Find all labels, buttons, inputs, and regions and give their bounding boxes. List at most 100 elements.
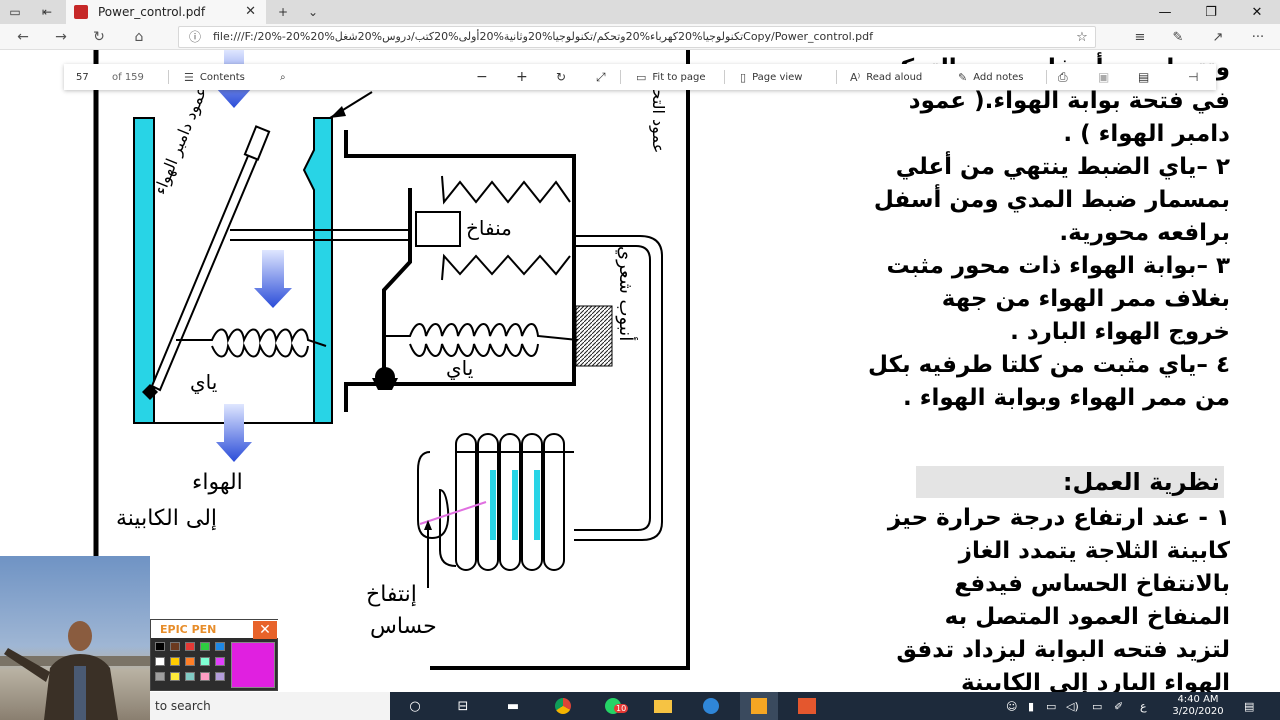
color-swatch[interactable] xyxy=(185,642,195,651)
page-number-input[interactable]: 57 xyxy=(76,64,89,90)
text-line: بغلاف ممر الهواء من جهة xyxy=(941,286,1230,312)
save-as-icon[interactable]: ▤ xyxy=(1138,64,1149,90)
pin-toolbar-icon[interactable]: ⊣ xyxy=(1188,64,1198,90)
text-line: من ممر الهواء وبوابة الهواء . xyxy=(902,385,1230,411)
maximize-icon[interactable]: ❐ xyxy=(1188,0,1234,24)
tab-title: Power_control.pdf xyxy=(98,5,206,19)
color-swatch[interactable] xyxy=(200,657,210,666)
tab-preview-chevron-icon[interactable]: ⌄ xyxy=(298,0,328,24)
epic-pen-titlebar: EPIC PEN ✕ xyxy=(151,620,279,639)
window-close-icon[interactable]: ✕ xyxy=(1234,0,1280,24)
favorites-hub-icon[interactable]: ≡ xyxy=(1126,24,1154,50)
color-swatch[interactable] xyxy=(215,672,225,681)
tray-usb-icon[interactable]: ▮ xyxy=(1028,692,1034,720)
color-swatch[interactable] xyxy=(155,657,165,666)
media-app-icon[interactable]: ▬ xyxy=(494,692,532,720)
taskbar-search[interactable]: to search xyxy=(150,692,390,720)
read-aloud-label: Read aloud xyxy=(866,71,923,83)
epic-pen-close-icon[interactable]: ✕ xyxy=(253,621,277,639)
more-icon[interactable]: ··· xyxy=(1244,24,1272,50)
clock[interactable]: 4:40 AM 3/20/2020 xyxy=(1166,692,1230,720)
text-line: خروج الهواء البارد . xyxy=(1010,319,1230,345)
text-line: ٢ –ياي الضبط ينتهي من أعلي xyxy=(895,154,1230,180)
minimize-icon[interactable]: — xyxy=(1142,0,1188,24)
forward-icon[interactable]: → xyxy=(46,24,76,50)
zoom-out-icon[interactable]: − xyxy=(476,64,488,90)
share-icon[interactable]: ↗ xyxy=(1204,24,1232,50)
channel-right-wall xyxy=(302,117,333,424)
read-aloud-icon: A⁾ xyxy=(850,70,861,84)
color-swatch[interactable] xyxy=(200,672,210,681)
channel-left-wall xyxy=(133,117,155,424)
action-center-icon[interactable]: ▤ xyxy=(1244,692,1254,720)
text-line: ٣ –بوابة الهواء ذات محور مثبت xyxy=(886,253,1230,279)
home-icon[interactable]: ⌂ xyxy=(124,24,154,50)
left-spring xyxy=(176,328,327,358)
favorite-star-icon[interactable]: ☆ xyxy=(1068,24,1096,50)
search-text: to search xyxy=(155,699,211,713)
back-icon[interactable]: ← xyxy=(8,24,38,50)
bellows-top xyxy=(441,175,571,205)
url-field[interactable]: ⓘ file:///F:/20%-20%تكنولوجيا%20كهرباء%2… xyxy=(178,26,1096,48)
text-line: لتزيد فتحه البوابة ليزداد تدفق xyxy=(896,637,1230,663)
tray-people-icon[interactable]: ☺ xyxy=(1006,692,1017,720)
tab-power-control[interactable]: Power_control.pdf ✕ xyxy=(66,0,266,24)
search-icon[interactable]: ⌕ xyxy=(280,64,286,90)
contents-button[interactable]: ☰ Contents xyxy=(184,64,245,90)
bulb-loops xyxy=(455,433,565,571)
color-swatch[interactable] xyxy=(215,642,225,651)
color-swatch[interactable] xyxy=(200,642,210,651)
text-line: دامبر الهواء ) . xyxy=(1063,121,1230,147)
section-heading: نظرية العمل: xyxy=(916,466,1224,498)
task-view-icon[interactable]: ⊟ xyxy=(444,692,482,720)
fit-icon: ▭ xyxy=(636,70,647,84)
zoom-in-icon[interactable]: + xyxy=(516,64,528,90)
color-swatch[interactable] xyxy=(170,657,180,666)
page-view-button[interactable]: ▯ Page view xyxy=(740,64,802,90)
tab-actions-icon[interactable]: ▭ xyxy=(0,0,30,24)
chrome-icon[interactable] xyxy=(544,692,582,720)
text-line: ٤ –ياي مثبت من كلتا طرفيه بكل xyxy=(868,352,1230,378)
tray-network-icon[interactable]: ▭ xyxy=(1046,692,1056,720)
selected-color-swatch[interactable] xyxy=(231,642,275,688)
tray-pen-icon[interactable]: ✐ xyxy=(1114,692,1123,720)
file-explorer-icon[interactable] xyxy=(644,692,682,720)
color-swatch[interactable] xyxy=(185,672,195,681)
color-swatch[interactable] xyxy=(185,657,195,666)
fit-to-page-button[interactable]: ▭ Fit to page xyxy=(636,64,706,90)
save-icon[interactable]: ▣ xyxy=(1098,64,1109,90)
close-tab-icon[interactable]: ✕ xyxy=(245,4,256,19)
epic-pen-taskbar-icon[interactable] xyxy=(740,692,778,720)
refresh-icon[interactable]: ↻ xyxy=(84,24,114,50)
bellows-bottom xyxy=(441,253,571,281)
epic-pen-title: EPIC PEN xyxy=(160,623,217,636)
fullscreen-icon[interactable]: ⤢ xyxy=(596,64,606,90)
read-aloud-button[interactable]: A⁾ Read aloud xyxy=(850,64,922,90)
color-swatch[interactable] xyxy=(170,642,180,651)
text-column: وتتصل من أسفل بعمود التحكم في فتحة بوابة… xyxy=(740,52,1230,415)
info-icon: ⓘ xyxy=(189,30,202,44)
color-swatch[interactable] xyxy=(155,672,165,681)
clock-date: 3/20/2020 xyxy=(1172,706,1224,717)
print-icon[interactable]: ⎙ xyxy=(1058,64,1068,90)
whatsapp-icon[interactable]: 10 xyxy=(594,692,632,720)
color-swatch[interactable] xyxy=(215,657,225,666)
edge-icon[interactable] xyxy=(692,692,730,720)
tray-battery-icon[interactable]: ▭ xyxy=(1092,692,1102,720)
color-swatch[interactable] xyxy=(155,642,165,651)
label-air: الهواء xyxy=(192,470,243,495)
set-aside-tabs-icon[interactable]: ⇤ xyxy=(32,0,62,24)
input-language[interactable]: ع xyxy=(1140,692,1147,720)
rotate-icon[interactable]: ↻ xyxy=(556,64,566,90)
text-line: برافعه محورية. xyxy=(1059,220,1230,246)
new-tab-icon[interactable]: + xyxy=(268,0,298,24)
mid-air-arrow xyxy=(254,250,292,308)
label-capillary-tube: أنبوب شعري xyxy=(615,246,636,342)
cortana-icon[interactable]: ○ xyxy=(396,692,434,720)
pen-icon[interactable]: ✎ xyxy=(1164,24,1192,50)
text-line: الهواء البارد إلى الكابينة xyxy=(960,670,1230,692)
add-notes-button[interactable]: ✎ Add notes xyxy=(958,64,1024,90)
color-swatch[interactable] xyxy=(170,672,180,681)
screen-recorder-icon[interactable] xyxy=(788,692,826,720)
tray-volume-icon[interactable]: ◁) xyxy=(1066,692,1079,720)
